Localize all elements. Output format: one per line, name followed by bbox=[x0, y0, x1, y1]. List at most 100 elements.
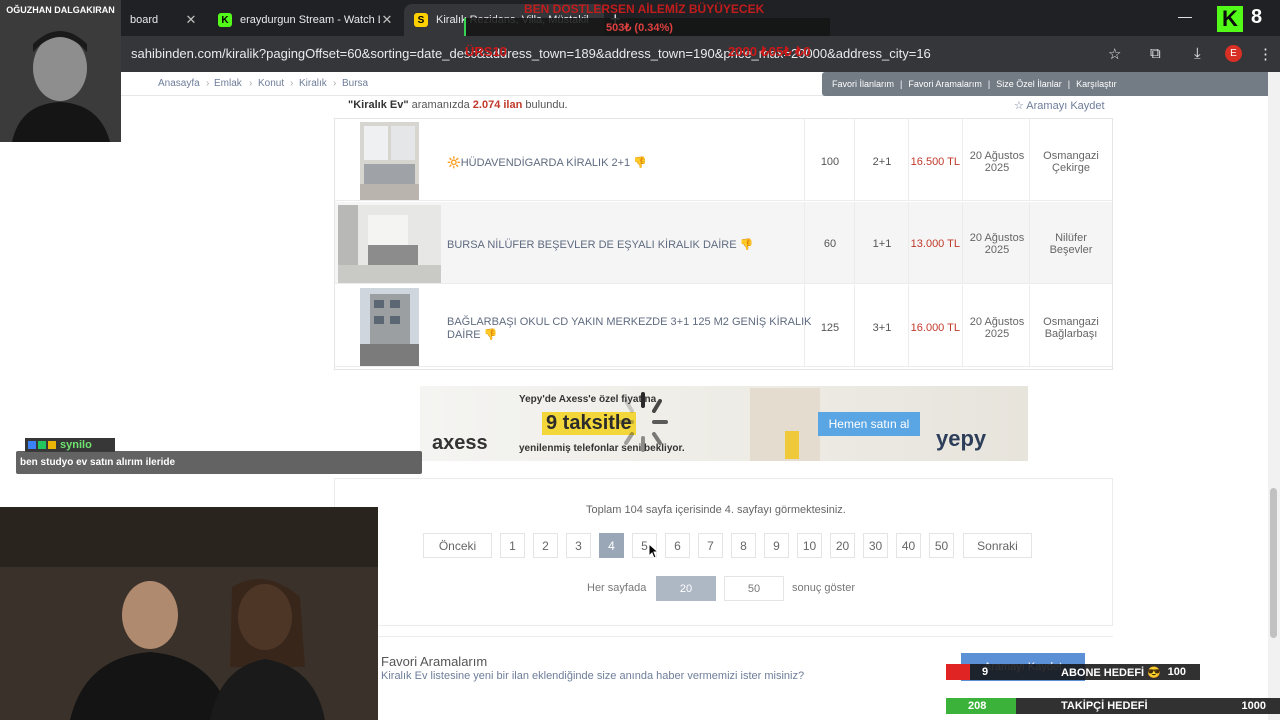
menu-dots-icon[interactable]: ⋮ bbox=[1258, 45, 1273, 63]
browser-tab[interactable]: board ✕ bbox=[110, 4, 208, 36]
follower-goal: 208 TAKİPÇİ HEDEFİ 1000 bbox=[946, 698, 1280, 714]
close-icon[interactable]: ✕ bbox=[380, 12, 394, 28]
buy-now-button[interactable]: Hemen satın al bbox=[818, 412, 920, 436]
listing-title[interactable]: BAĞLARBAŞI OKUL CD YAKIN MERKEZDE 3+1 12… bbox=[447, 316, 811, 328]
page-button[interactable]: 3 bbox=[566, 533, 591, 558]
table-row[interactable]: BAĞLARBAŞI OKUL CD YAKIN MERKEZDE 3+1 12… bbox=[335, 285, 1112, 367]
listing-date: 20 Ağustos 2025 bbox=[963, 232, 1031, 256]
browser-tab[interactable]: K eraydurgun Stream - Watch Live ✕ bbox=[208, 4, 404, 36]
subscriber-goal: 9 ABONE HEDEFİ 😎 100 bbox=[946, 664, 1200, 680]
address-bar-row: sahibinden.com/kiralik?pagingOffset=60&s… bbox=[0, 36, 1280, 72]
table-row[interactable]: 🔆HÜDAVENDİGARDA KİRALIK 2+1 👎 100 2+1 16… bbox=[335, 119, 1112, 201]
breadcrumb-item[interactable]: Konut bbox=[258, 78, 284, 89]
kick-counter: 8 bbox=[1251, 6, 1263, 28]
listing-title[interactable]: 🔆HÜDAVENDİGARDA KİRALIK 2+1 👎 bbox=[447, 156, 647, 169]
listing-photo[interactable] bbox=[360, 288, 419, 366]
special-listings-link[interactable]: Size Özel İlanlar bbox=[996, 79, 1062, 89]
page-button[interactable]: 50 bbox=[929, 533, 954, 558]
breadcrumb-separator: › bbox=[206, 78, 210, 89]
listing-table: 🔆HÜDAVENDİGARDA KİRALIK 2+1 👎 100 2+1 16… bbox=[334, 118, 1113, 370]
download-icon[interactable]: ⤓ bbox=[1194, 45, 1201, 62]
listing-photo[interactable] bbox=[338, 205, 441, 283]
donation-amount: 503₺ (0.34%) bbox=[606, 22, 673, 34]
breadcrumb-item[interactable]: Anasayfa bbox=[158, 78, 200, 89]
result-summary: "Kiralık Ev" aramanızda 2.074 ilan bulun… bbox=[348, 99, 568, 111]
save-search-link[interactable]: ☆ Aramayı Kaydet bbox=[1014, 99, 1105, 112]
chat-text: ben studyo ev satın alırım ileride bbox=[16, 451, 422, 474]
divider: | bbox=[900, 79, 903, 89]
per-page-option-selected[interactable]: 20 bbox=[656, 576, 716, 601]
cast-icon[interactable]: ⧉ bbox=[1150, 45, 1161, 62]
page-button[interactable]: 30 bbox=[863, 533, 888, 558]
listing-date-line: 2025 bbox=[984, 244, 1010, 256]
top-navigation: Anasayfa › Emlak › Konut › Kiralık › Bur… bbox=[0, 72, 1268, 96]
minimize-button[interactable]: — bbox=[1178, 8, 1192, 24]
table-row[interactable]: BURSA NİLÜFER BEŞEVLER DE EŞYALI KİRALIK… bbox=[335, 202, 1112, 284]
url-field[interactable]: sahibinden.com/kiralik?pagingOffset=60&s… bbox=[131, 46, 931, 61]
listing-location-line: Osmangazi bbox=[1043, 150, 1099, 162]
page-button[interactable]: 9 bbox=[764, 533, 789, 558]
listing-location-line: Beşevler bbox=[1049, 244, 1093, 256]
breadcrumb-item[interactable]: Emlak bbox=[214, 78, 242, 89]
favorite-listings-link[interactable]: Favori İlanlarım bbox=[832, 79, 894, 89]
divider bbox=[854, 285, 855, 367]
favorite-searches-link[interactable]: Favori Aramalarım bbox=[908, 79, 982, 89]
listing-title[interactable]: BURSA NİLÜFER BEŞEVLER DE EŞYALI KİRALIK… bbox=[447, 238, 753, 251]
page-button[interactable]: 2 bbox=[533, 533, 558, 558]
result-suffix: bulundu. bbox=[525, 99, 568, 111]
listing-location-line: Nilüfer bbox=[1055, 232, 1087, 244]
listing-title-continued[interactable]: DAİRE 👎 bbox=[447, 328, 497, 341]
per-page-option[interactable]: 50 bbox=[724, 576, 784, 601]
listing-location: Osmangazi Çekirge bbox=[1031, 150, 1111, 174]
listing-location-line: Bağlarbaşı bbox=[1044, 328, 1098, 340]
page-button[interactable]: 10 bbox=[797, 533, 822, 558]
sahibinden-icon: S bbox=[414, 13, 428, 27]
yepy-logo: yepy bbox=[936, 426, 987, 451]
listing-price: 16.000 TL bbox=[910, 322, 960, 334]
goal-label: TAKİPÇİ HEDEFİ bbox=[1061, 700, 1148, 712]
listing-date-line: 20 Ağustos bbox=[969, 150, 1025, 162]
divider bbox=[854, 202, 855, 284]
scrollbar-thumb[interactable] bbox=[1270, 488, 1277, 638]
prev-page-button[interactable]: Önceki bbox=[423, 533, 492, 558]
next-page-button[interactable]: Sonraki bbox=[963, 533, 1032, 558]
pagination-info: Toplam 104 sayfa içerisinde 4. sayfayı g… bbox=[586, 504, 846, 516]
bookmark-star-icon[interactable]: ☆ bbox=[1108, 45, 1121, 63]
page-button-current[interactable]: 4 bbox=[599, 533, 624, 558]
chat-message: synilo ben studyo ev satın alırım ilerid… bbox=[16, 438, 422, 474]
breadcrumb-item[interactable]: Bursa bbox=[342, 78, 368, 89]
per-page-label: Her sayfada bbox=[587, 582, 647, 594]
breadcrumb-item[interactable]: Kiralık bbox=[299, 78, 327, 89]
profile-avatar[interactable]: E bbox=[1225, 45, 1242, 62]
page-button[interactable]: 7 bbox=[698, 533, 723, 558]
overlay-glitch-text: ÜRS10 bbox=[465, 44, 507, 59]
user-links-bar: Favori İlanlarım | Favori Aramalarım | Siz… bbox=[822, 72, 1268, 96]
streamer-name: OĞUZHAN DALGAKIRAN bbox=[6, 5, 115, 15]
page-button[interactable]: 1 bbox=[500, 533, 525, 558]
goal-label: ABONE HEDEFİ 😎 bbox=[1061, 667, 1161, 679]
close-icon[interactable]: ✕ bbox=[184, 12, 198, 28]
listing-location-line: Osmangazi bbox=[1043, 316, 1099, 328]
page-button[interactable]: 40 bbox=[896, 533, 921, 558]
page-button[interactable]: 8 bbox=[731, 533, 756, 558]
page-button[interactable]: 6 bbox=[665, 533, 690, 558]
listing-photo[interactable] bbox=[360, 122, 419, 200]
listing-price: 13.000 TL bbox=[910, 238, 960, 250]
ad-banner[interactable]: axess Yepy'de Axess'e özel fiyatına 9 ta… bbox=[420, 386, 1028, 461]
listing-date: 20 Ağustos 2025 bbox=[963, 150, 1031, 174]
divider bbox=[854, 119, 855, 201]
axess-logo: axess bbox=[432, 432, 488, 454]
page-button[interactable]: 20 bbox=[830, 533, 855, 558]
alert-progress bbox=[464, 18, 466, 36]
badge-icon bbox=[48, 441, 56, 449]
compare-link[interactable]: Karşılaştır bbox=[1076, 79, 1117, 89]
divider bbox=[1029, 285, 1030, 367]
loading-spinner bbox=[608, 386, 678, 461]
goal-max: 1000 bbox=[1241, 700, 1266, 712]
per-page-suffix: sonuç göster bbox=[792, 582, 855, 594]
result-count: 2.074 ilan bbox=[472, 99, 523, 111]
listing-price: 16.500 TL bbox=[910, 156, 960, 168]
goal-current: 208 bbox=[968, 700, 987, 712]
divider bbox=[1029, 202, 1030, 284]
listing-date-line: 2025 bbox=[984, 328, 1010, 340]
